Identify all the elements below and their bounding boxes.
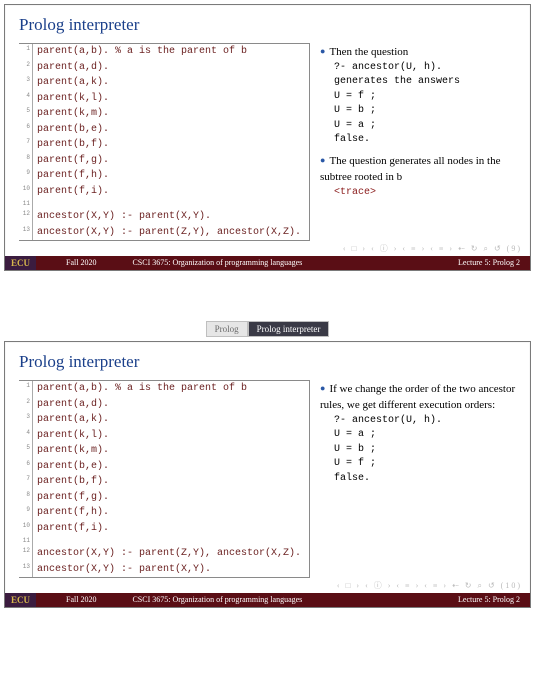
bullet-list: ●Then the question ?- ancestor(U, h). ge… <box>320 43 516 241</box>
footer-course: CSCI 3675: Organization of programming l… <box>126 593 448 607</box>
trace-link[interactable]: <trace> <box>334 186 516 201</box>
nav-decoration: ‹ □ › ‹ ⓘ › ‹ ≡ › ‹ ≡ › ⇠ ↻ ⌕ ↺ (10) <box>5 580 530 593</box>
footer-lecture: Lecture 5: Prolog 2 <box>448 256 530 270</box>
footer-lecture: Lecture 5: Prolog 2 <box>448 593 530 607</box>
nav-decoration: ‹ □ › ‹ ⓘ › ‹ ≡ › ‹ ≡ › ⇠ ↻ ⌕ ↺ (9) <box>5 243 530 256</box>
bullet-code: ?- ancestor(U, h). generates the answers… <box>334 61 516 148</box>
tab-prolog[interactable]: Prolog <box>206 321 248 337</box>
bullet-icon: ● <box>320 45 325 58</box>
slide-1: Prolog interpreter 1parent(a,b). % a is … <box>4 4 531 271</box>
bullet-list: ●If we change the order of the two ances… <box>320 380 516 578</box>
code-listing: 1parent(a,b). % a is the parent of b 2pa… <box>19 380 310 578</box>
footer-course: CSCI 3675: Organization of programming l… <box>126 256 448 270</box>
slide-title: Prolog interpreter <box>19 15 516 35</box>
footer-logo: ECU <box>5 256 36 270</box>
bullet-code: ?- ancestor(U, h). U = a ; U = b ; U = f… <box>334 414 516 487</box>
bullet-item: ●If we change the order of the two ances… <box>320 382 516 486</box>
code-listing: 1parent(a,b). % a is the parent of b 2pa… <box>19 43 310 241</box>
slide-2: Prolog interpreter 1parent(a,b). % a is … <box>4 341 531 608</box>
slide-footer: ECU Fall 2020 CSCI 3675: Organization of… <box>5 593 530 607</box>
section-tabs: Prolog Prolog interpreter <box>4 321 531 337</box>
bullet-icon: ● <box>320 382 325 395</box>
bullet-item: ●The question generates all nodes in the… <box>320 154 516 200</box>
bullet-icon: ● <box>320 154 325 167</box>
footer-semester: Fall 2020 <box>36 593 126 607</box>
tab-prolog-interpreter[interactable]: Prolog interpreter <box>248 321 330 337</box>
footer-semester: Fall 2020 <box>36 256 126 270</box>
footer-logo: ECU <box>5 593 36 607</box>
slide-footer: ECU Fall 2020 CSCI 3675: Organization of… <box>5 256 530 270</box>
bullet-item: ●Then the question ?- ancestor(U, h). ge… <box>320 45 516 148</box>
slide-title: Prolog interpreter <box>19 352 516 372</box>
